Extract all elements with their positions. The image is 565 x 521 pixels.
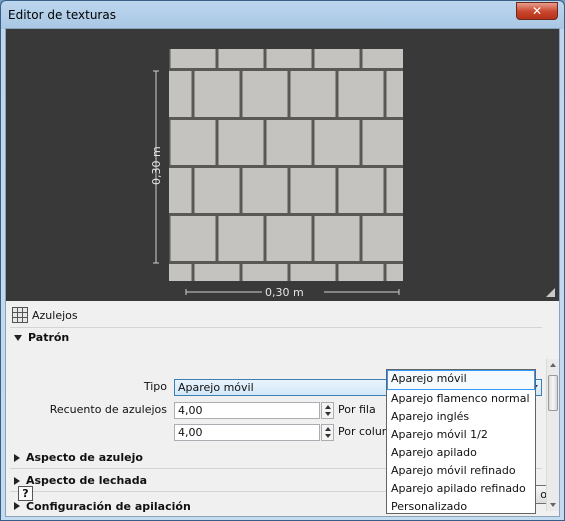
pattern-section-toggle[interactable]: Patrón xyxy=(14,331,69,344)
collapsed-arrow-icon xyxy=(14,453,20,462)
collapsed-arrow-icon xyxy=(14,476,20,485)
tile xyxy=(170,120,216,165)
width-label: 0,30 m xyxy=(265,286,304,299)
tile xyxy=(170,49,216,68)
dropdown-option[interactable]: Aparejo apilado refinado xyxy=(387,480,535,498)
tile xyxy=(242,71,288,117)
dropdown-option[interactable]: Aparejo inglés xyxy=(387,408,535,426)
per-column-input[interactable]: 4,00 xyxy=(174,424,320,441)
tile xyxy=(386,168,403,213)
tile-count-label: Recuento de azulejos xyxy=(49,403,167,416)
tile xyxy=(218,120,264,165)
scroll-down-icon[interactable] xyxy=(550,503,556,507)
tile-pattern: 0,30 m 0,30 m xyxy=(150,49,403,299)
tile xyxy=(194,168,240,213)
dropdown-option[interactable]: Aparejo flamenco normal xyxy=(387,390,535,408)
tile xyxy=(242,168,288,213)
tile xyxy=(266,216,312,261)
per-row-label: Por fila xyxy=(338,403,376,416)
tile xyxy=(169,264,192,281)
tile-appearance-heading: Aspecto de azulejo xyxy=(26,451,143,464)
tile xyxy=(386,264,403,281)
tile xyxy=(386,71,403,117)
material-title: Azulejos xyxy=(32,308,78,322)
window-title: Editor de texturas xyxy=(8,8,116,22)
tile xyxy=(169,168,192,213)
dropdown-option[interactable]: Personalizado xyxy=(387,498,535,516)
tile xyxy=(362,49,403,68)
dropdown-option[interactable]: Aparejo móvil xyxy=(387,370,535,390)
grout-appearance-toggle[interactable]: Aspecto de lechada xyxy=(14,474,147,487)
tile xyxy=(338,264,384,281)
tile xyxy=(266,49,312,68)
scroll-up-icon[interactable] xyxy=(550,363,556,367)
resize-grip[interactable] xyxy=(546,288,555,297)
tile xyxy=(242,264,288,281)
tile xyxy=(314,49,360,68)
per-column-spinner[interactable] xyxy=(321,424,334,441)
dropdown-option[interactable]: Aparejo móvil 1/2 xyxy=(387,426,535,444)
stacking-config-toggle[interactable]: Configuración de apilación xyxy=(14,499,191,513)
tiles-icon xyxy=(12,307,28,323)
tile xyxy=(218,216,264,261)
tile-appearance-toggle[interactable]: Aspecto de azulejo xyxy=(14,451,143,464)
tile xyxy=(362,216,403,261)
type-dropdown-list: Aparejo móvil Aparejo flamenco normal Apar… xyxy=(386,369,536,514)
help-button[interactable]: ? xyxy=(18,486,33,501)
material-header: Azulejos xyxy=(12,307,78,323)
tile xyxy=(169,71,192,117)
spin-up-icon xyxy=(325,427,331,431)
expanded-arrow-icon xyxy=(14,334,22,341)
tile xyxy=(194,71,240,117)
tile xyxy=(290,71,336,117)
per-row-input[interactable]: 4,00 xyxy=(174,402,320,419)
dropdown-option[interactable]: Aparejo apilado xyxy=(387,444,535,462)
tile xyxy=(170,216,216,261)
spin-up-icon xyxy=(325,405,331,409)
per-column-label: Por colum xyxy=(338,425,393,438)
height-label: 0,30 m xyxy=(150,146,163,185)
dropdown-option[interactable]: Aparejo móvil refinado xyxy=(387,462,535,480)
per-row-spinner[interactable] xyxy=(321,402,334,419)
type-label: Tipo xyxy=(143,380,167,393)
tile xyxy=(266,120,312,165)
tile xyxy=(194,264,240,281)
vertical-scrollbar[interactable] xyxy=(546,359,559,511)
tile xyxy=(362,120,403,165)
collapsed-arrow-icon xyxy=(14,502,20,510)
tile xyxy=(314,216,360,261)
tile xyxy=(218,49,264,68)
tile xyxy=(314,120,360,165)
type-select-value: Aparejo móvil xyxy=(178,381,254,394)
spin-down-icon xyxy=(325,434,331,438)
tile xyxy=(290,168,336,213)
tile xyxy=(338,71,384,117)
spin-down-icon xyxy=(325,412,331,416)
tile xyxy=(338,168,384,213)
stacking-config-heading: Configuración de apilación xyxy=(26,499,191,513)
pattern-heading: Patrón xyxy=(28,331,70,344)
scroll-thumb[interactable] xyxy=(548,375,558,411)
tile xyxy=(290,264,336,281)
divider xyxy=(10,327,542,328)
grout-appearance-heading: Aspecto de lechada xyxy=(26,474,148,487)
close-button[interactable]: ✕ xyxy=(516,2,558,20)
texture-preview: 0,30 m 0,30 m xyxy=(6,29,559,301)
